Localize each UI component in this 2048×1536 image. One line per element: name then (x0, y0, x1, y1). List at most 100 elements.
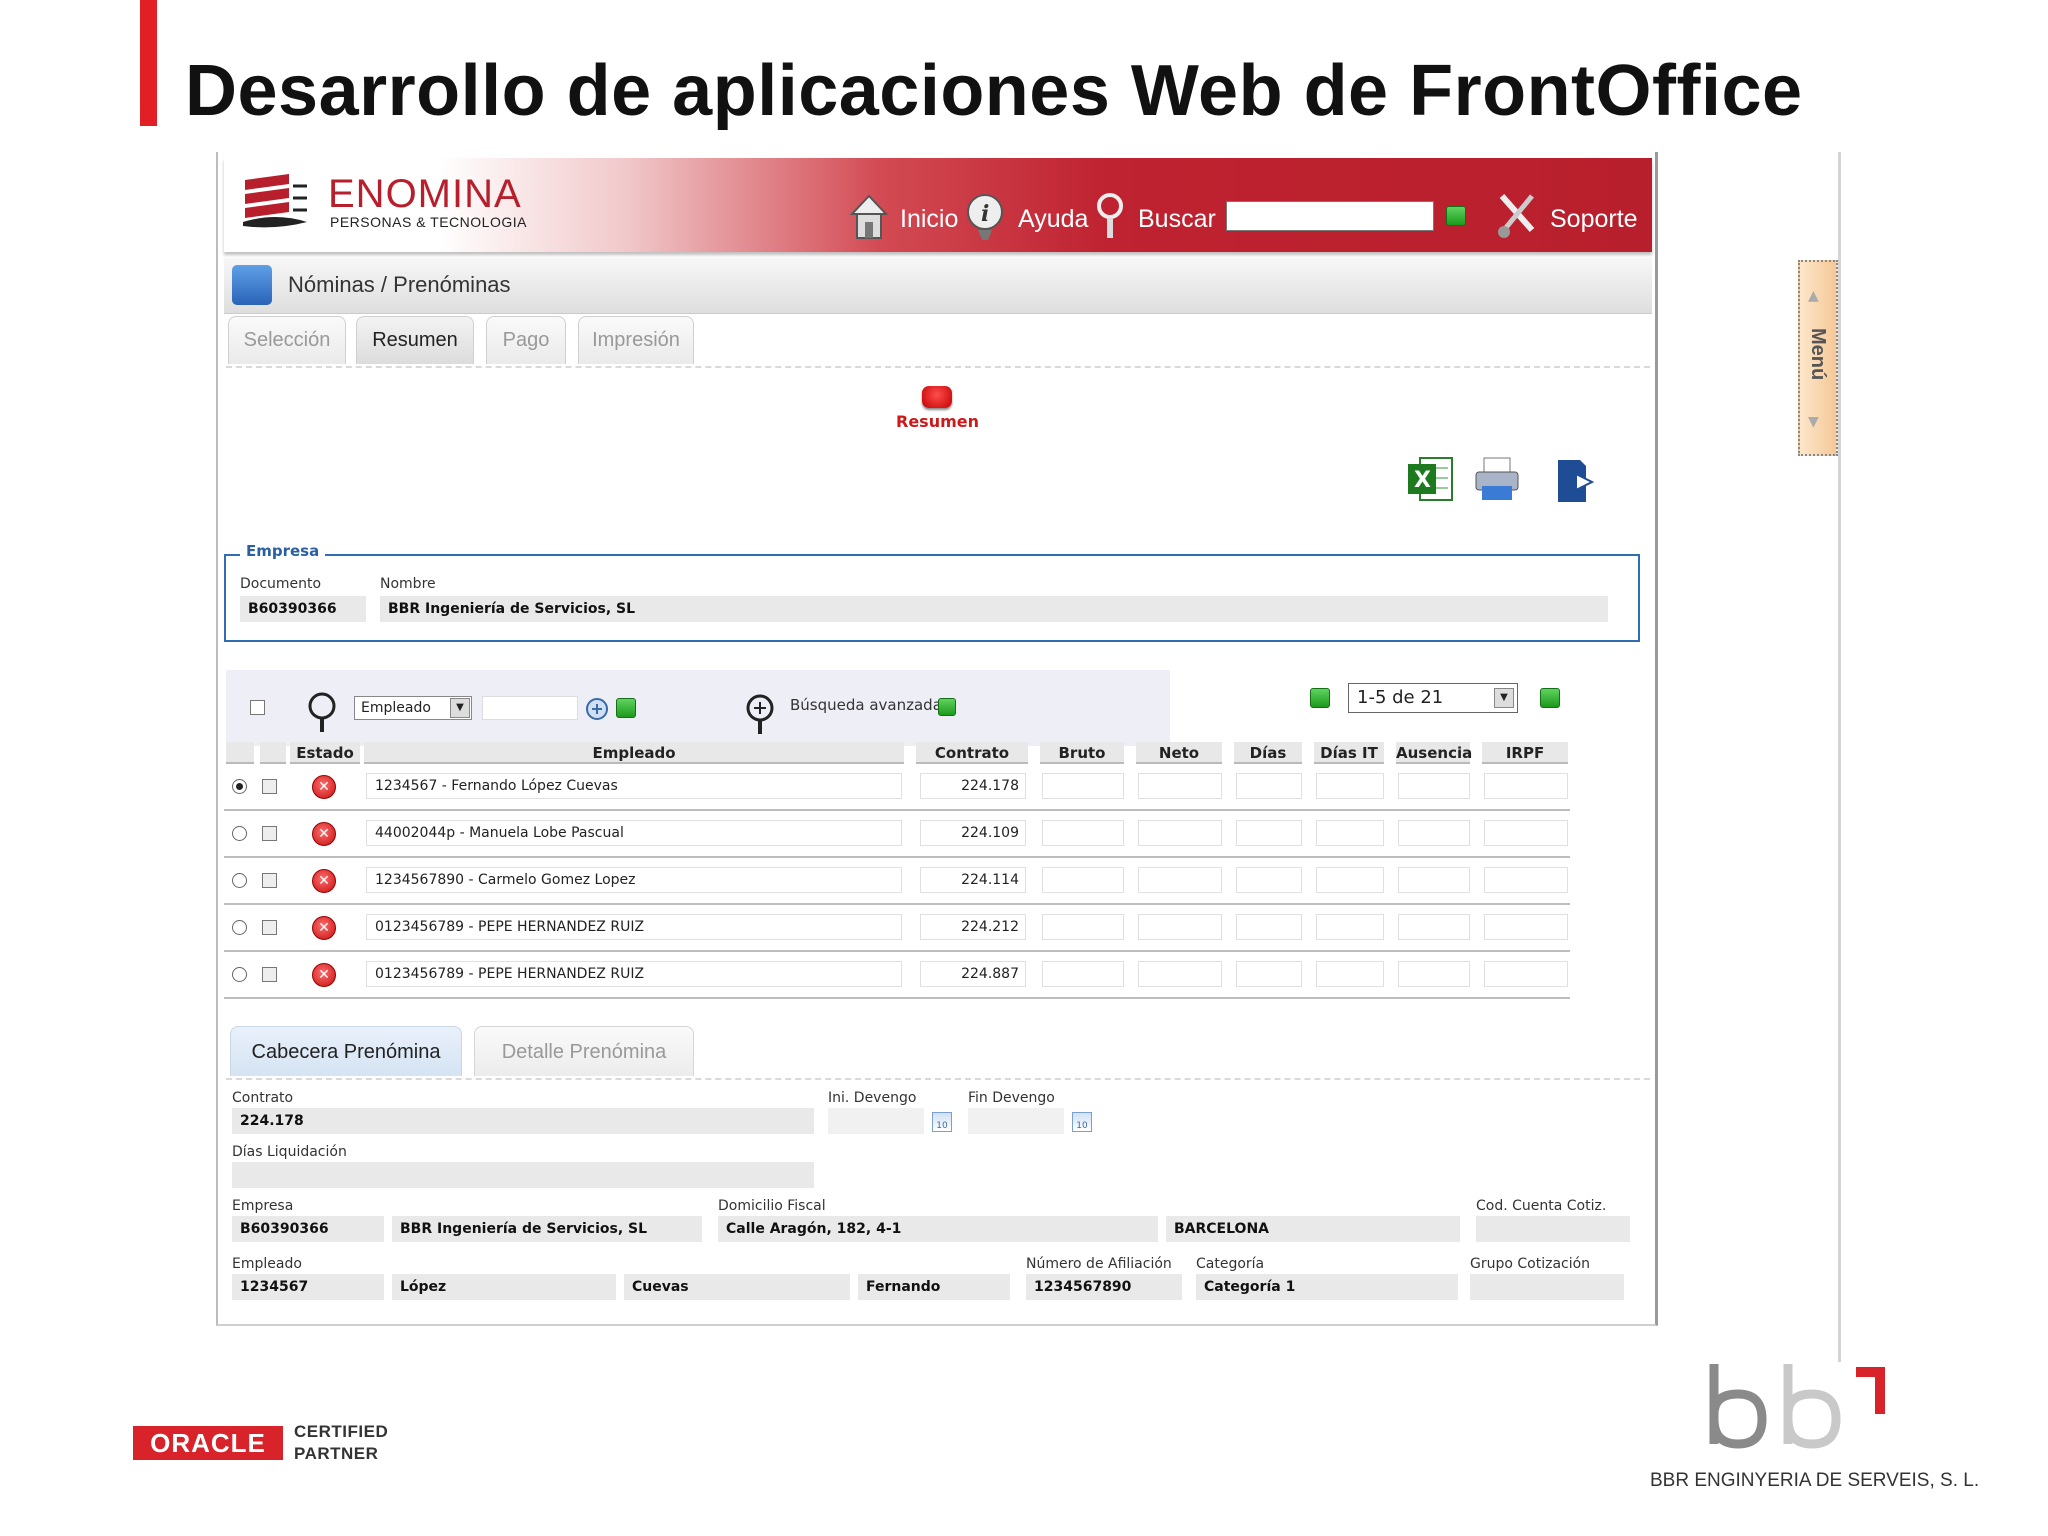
row-contrato[interactable]: 224.114 (920, 867, 1026, 893)
home-icon[interactable] (848, 190, 890, 242)
select-all-checkbox[interactable] (250, 700, 265, 715)
advanced-search-icon[interactable] (744, 692, 780, 736)
row-empleado[interactable]: 0123456789 - PEPE HERNANDEZ RUIZ (366, 961, 902, 987)
row-checkbox[interactable] (262, 826, 277, 841)
next-page-button[interactable] (1540, 688, 1560, 708)
lookup-icon[interactable] (584, 696, 610, 722)
nav-ayuda[interactable]: Ayuda (1018, 205, 1088, 234)
row-contrato[interactable]: 224.109 (920, 820, 1026, 846)
row-bruto[interactable] (1042, 820, 1124, 846)
tab-cabecera-prenomina[interactable]: Cabecera Prenómina (230, 1026, 462, 1076)
row-bruto[interactable] (1042, 867, 1124, 893)
export-icon[interactable] (1554, 458, 1598, 504)
row-dias[interactable] (1236, 820, 1302, 846)
empresa-cif-field[interactable]: B60390366 (232, 1216, 384, 1242)
nav-buscar[interactable]: Buscar (1138, 205, 1216, 234)
row-irpf[interactable] (1484, 867, 1568, 893)
row-irpf[interactable] (1484, 914, 1568, 940)
side-menu-label[interactable]: Menú (1806, 328, 1829, 380)
chevron-down-icon[interactable]: ▼ (450, 698, 470, 718)
row-irpf[interactable] (1484, 820, 1568, 846)
row-dias[interactable] (1236, 914, 1302, 940)
prev-page-button[interactable] (1310, 688, 1330, 708)
row-neto[interactable] (1138, 867, 1222, 893)
calendar-icon[interactable]: 10 (932, 1112, 952, 1132)
pager-select[interactable]: 1-5 de 21 (1348, 683, 1518, 713)
afiliacion-field[interactable]: 1234567890 (1026, 1274, 1182, 1300)
print-icon[interactable] (1472, 456, 1522, 504)
excel-icon[interactable]: X (1406, 454, 1456, 504)
grupo-cotizacion-field[interactable] (1470, 1274, 1624, 1300)
row-dias[interactable] (1236, 961, 1302, 987)
summary-button-icon[interactable] (922, 386, 952, 408)
row-checkbox[interactable] (262, 967, 277, 982)
row-empleado[interactable]: 0123456789 - PEPE HERNANDEZ RUIZ (366, 914, 902, 940)
tab-pago[interactable]: Pago (486, 316, 566, 364)
fin-devengo-field[interactable] (968, 1108, 1064, 1134)
tab-impresion[interactable]: Impresión (578, 316, 694, 364)
domicilio-field[interactable]: Calle Aragón, 182, 4-1 (718, 1216, 1158, 1242)
row-ausencia[interactable] (1398, 773, 1470, 799)
row-ausencia[interactable] (1398, 820, 1470, 846)
row-dias-it[interactable] (1316, 820, 1384, 846)
search-go-button[interactable] (1446, 206, 1466, 226)
row-ausencia[interactable] (1398, 867, 1470, 893)
row-ausencia[interactable] (1398, 914, 1470, 940)
ini-devengo-field[interactable] (828, 1108, 924, 1134)
row-empleado[interactable]: 1234567890 - Carmelo Gomez Lopez (366, 867, 902, 893)
calendar-icon[interactable]: 10 (1072, 1112, 1092, 1132)
apellido1-field[interactable]: López (392, 1274, 616, 1300)
dias-liquidacion-field[interactable] (232, 1162, 814, 1188)
tab-detalle-prenomina[interactable]: Detalle Prenómina (474, 1026, 694, 1076)
row-empleado[interactable]: 44002044p - Manuela Lobe Pascual (366, 820, 902, 846)
nombre-field[interactable]: Fernando (858, 1274, 1010, 1300)
nav-soporte[interactable]: Soporte (1550, 205, 1638, 234)
search-value-input[interactable] (482, 696, 578, 720)
documento-field[interactable]: B60390366 (240, 596, 366, 622)
row-radio[interactable] (232, 826, 247, 841)
row-bruto[interactable] (1042, 773, 1124, 799)
row-checkbox[interactable] (262, 920, 277, 935)
row-dias[interactable] (1236, 867, 1302, 893)
row-irpf[interactable] (1484, 961, 1568, 987)
chevron-down-icon[interactable]: ▼ (1808, 414, 1819, 430)
row-empleado[interactable]: 1234567 - Fernando López Cuevas (366, 773, 902, 799)
empresa-nombre-field[interactable]: BBR Ingeniería de Servicios, SL (392, 1216, 702, 1242)
row-bruto[interactable] (1042, 914, 1124, 940)
row-neto[interactable] (1138, 961, 1222, 987)
row-dias-it[interactable] (1316, 914, 1384, 940)
advanced-search-toggle[interactable] (938, 698, 956, 716)
filter-go-button[interactable] (616, 698, 636, 718)
row-neto[interactable] (1138, 773, 1222, 799)
row-irpf[interactable] (1484, 773, 1568, 799)
row-contrato[interactable]: 224.887 (920, 961, 1026, 987)
apellido2-field[interactable]: Cuevas (624, 1274, 850, 1300)
row-radio[interactable] (232, 967, 247, 982)
summary-label[interactable]: Resumen (880, 412, 995, 431)
help-icon[interactable]: i (964, 190, 1006, 242)
row-contrato[interactable]: 224.212 (920, 914, 1026, 940)
row-radio[interactable] (232, 779, 247, 794)
row-radio[interactable] (232, 920, 247, 935)
nombre-field[interactable]: BBR Ingeniería de Servicios, SL (380, 596, 1608, 622)
nav-inicio[interactable]: Inicio (900, 205, 958, 234)
row-bruto[interactable] (1042, 961, 1124, 987)
support-tools-icon[interactable] (1496, 190, 1538, 242)
tab-seleccion[interactable]: Selección (228, 316, 346, 364)
ciudad-field[interactable]: BARCELONA (1166, 1216, 1460, 1242)
row-dias-it[interactable] (1316, 773, 1384, 799)
row-radio[interactable] (232, 873, 247, 888)
advanced-search-link[interactable]: Búsqueda avanzada (790, 696, 942, 714)
header-search-input[interactable] (1226, 201, 1434, 231)
categoria-field[interactable]: Categoría 1 (1196, 1274, 1458, 1300)
row-dias-it[interactable] (1316, 867, 1384, 893)
row-checkbox[interactable] (262, 779, 277, 794)
chevron-up-icon[interactable]: ▲ (1808, 288, 1819, 304)
row-neto[interactable] (1138, 914, 1222, 940)
search-icon[interactable] (1090, 190, 1132, 242)
row-dias[interactable] (1236, 773, 1302, 799)
row-neto[interactable] (1138, 820, 1222, 846)
row-checkbox[interactable] (262, 873, 277, 888)
pager-dropdown-icon[interactable]: ▼ (1494, 688, 1514, 708)
row-ausencia[interactable] (1398, 961, 1470, 987)
